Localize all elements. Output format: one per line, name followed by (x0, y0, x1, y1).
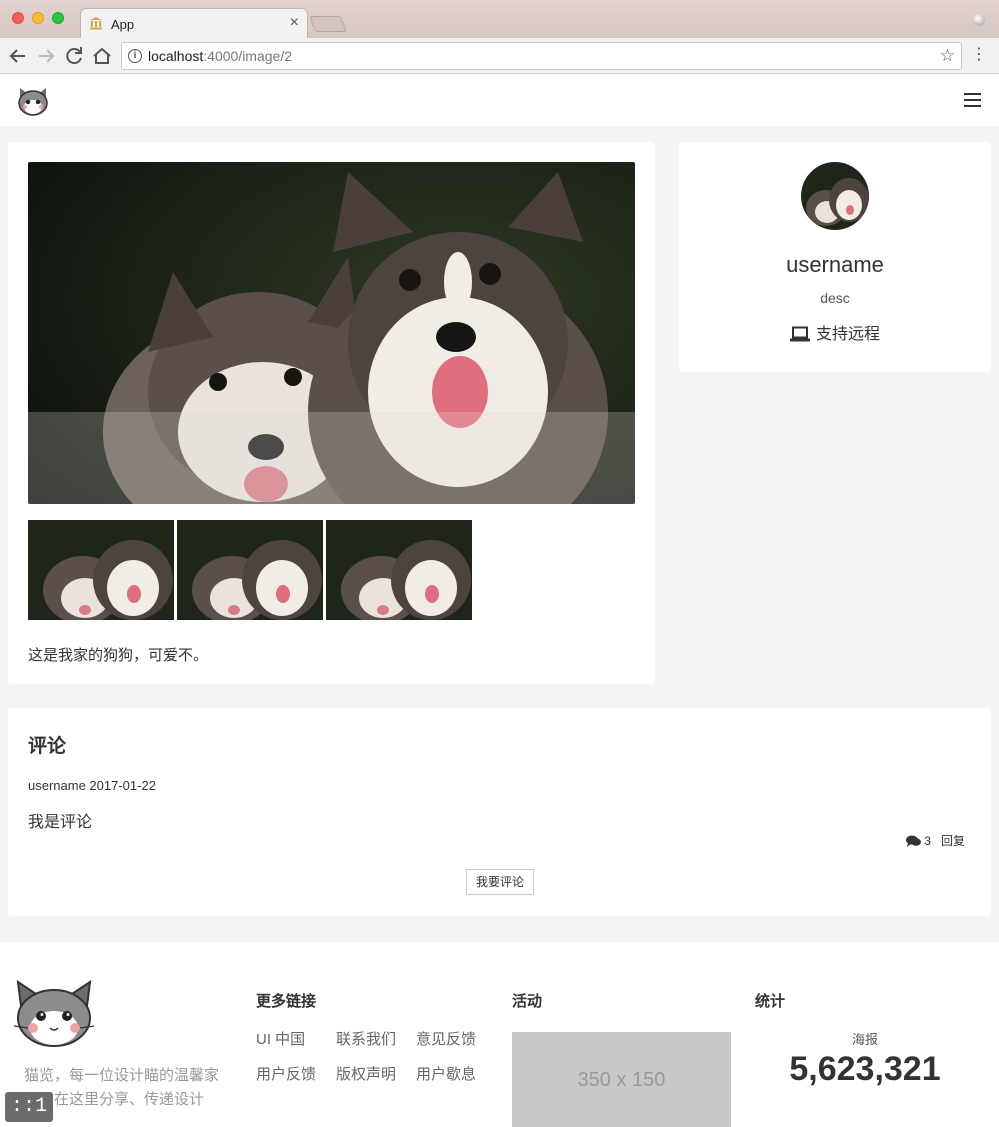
activity-title: 活动 (512, 993, 543, 1010)
profile-desc: desc (820, 290, 850, 306)
home-icon[interactable] (90, 44, 114, 68)
footer-link-feedback[interactable]: 意见反馈 (416, 1028, 496, 1049)
remote-support-label: 支持远程 (679, 320, 991, 344)
info-icon[interactable]: i (128, 49, 142, 63)
footer-link-user-rest[interactable]: 用户歇息 (416, 1063, 496, 1084)
browser-toolbar: i localhost:4000/image/2 ☆ ⋮ (0, 38, 999, 74)
footer-link-copyright[interactable]: 版权声明 (336, 1063, 416, 1084)
new-tab-button[interactable] (309, 16, 347, 32)
menu-hamburger-icon[interactable] (964, 93, 981, 107)
post-caption: 这是我家的狗狗，可爱不。 (28, 647, 209, 664)
comment-body: 我是评论 (28, 814, 93, 831)
cat-mascot-icon (13, 979, 95, 1047)
footer-link-user-feedback[interactable]: 用户反馈 (256, 1063, 336, 1084)
cat-logo-icon[interactable] (16, 84, 50, 116)
comment-author-date: username 2017-01-22 (28, 778, 156, 793)
post-card: 这是我家的狗狗，可爱不。 (8, 142, 655, 684)
tab-title: App (111, 17, 135, 32)
close-window-button[interactable] (12, 12, 24, 24)
activity-ad-placeholder[interactable]: 350 x 150 (512, 1032, 731, 1127)
minimize-window-button[interactable] (32, 12, 44, 24)
avatar[interactable] (801, 162, 869, 230)
comment-count: 3 (924, 834, 931, 848)
browser-menu-icon[interactable]: ⋮ (971, 44, 987, 64)
reply-link[interactable]: 回复 (941, 834, 965, 848)
footer-link-ui-china[interactable]: UI 中国 (256, 1028, 336, 1049)
profile-card: username desc 支持远程 (679, 142, 991, 372)
comments-icon[interactable] (906, 835, 922, 847)
profile-username: username (786, 252, 884, 277)
tab-close-icon[interactable]: × (290, 14, 299, 32)
profile-icon[interactable] (973, 14, 985, 26)
browser-tab-bar: App × (0, 0, 999, 38)
thumbnail-3[interactable] (326, 520, 472, 620)
footer-links: UI 中国 联系我们 意见反馈用户反馈 版权声明 用户歇息 (256, 1028, 496, 1098)
footer-link-contact[interactable]: 联系我们 (336, 1028, 416, 1049)
comment-actions: 3 回复 (906, 832, 965, 849)
links-title: 更多链接 (256, 993, 317, 1010)
stat-value: 5,623,321 (789, 1050, 941, 1088)
laptop-icon (789, 326, 810, 342)
maximize-window-button[interactable] (52, 12, 64, 24)
forward-arrow-icon[interactable] (34, 44, 58, 68)
address-bar[interactable]: i localhost:4000/image/2 ☆ (121, 42, 962, 70)
thumbnail-1[interactable] (28, 520, 174, 620)
main-dog-photo[interactable] (28, 162, 635, 504)
browser-tab[interactable]: App × (80, 8, 308, 38)
add-comment-button[interactable]: 我要评论 (466, 869, 534, 895)
status-pill: ::1 (5, 1092, 53, 1122)
footer-tagline: 猫览，每一位设计瞄的温馨家园，在这里分享、传递设计 (24, 1067, 220, 1108)
comments-section: 评论 username 2017-01-22 我是评论 3 回复 我要评论 (8, 708, 991, 916)
comments-title: 评论 (28, 736, 67, 757)
stat-label: 海报 (851, 1032, 878, 1047)
reload-icon[interactable] (62, 44, 86, 68)
thumbnail-2[interactable] (177, 520, 323, 620)
back-arrow-icon[interactable] (6, 44, 30, 68)
stats-title: 统计 (755, 993, 786, 1010)
bank-icon (90, 17, 102, 30)
app-header (0, 74, 999, 126)
footer: 猫览，每一位设计瞄的温馨家园，在这里分享、传递设计 更多链接 UI 中国 联系我们… (0, 942, 999, 1127)
url-text: localhost:4000/image/2 (148, 48, 292, 64)
bookmark-star-icon[interactable]: ☆ (940, 46, 955, 66)
